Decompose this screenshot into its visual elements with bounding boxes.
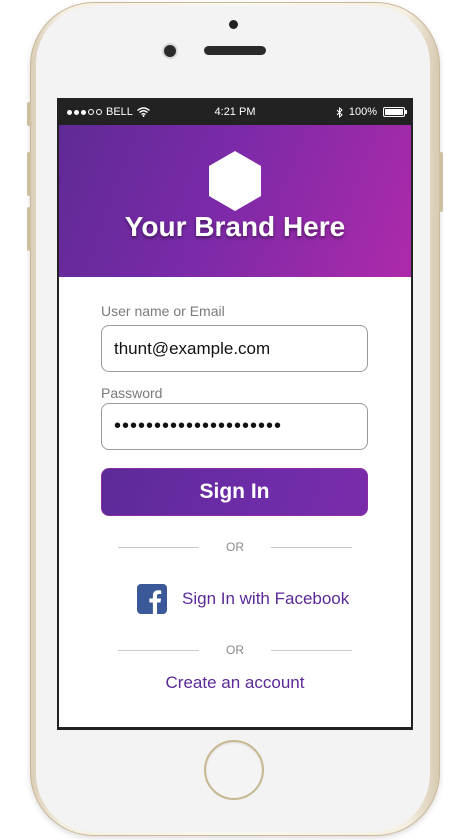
- battery-percent: 100%: [348, 106, 377, 118]
- mute-switch: [27, 102, 31, 126]
- battery-icon: [383, 107, 407, 117]
- username-value: thunt@example.com: [114, 338, 271, 358]
- volume-down-button: [27, 207, 31, 251]
- brand-name: Your Brand Here: [124, 211, 346, 242]
- facebook-sign-in-button[interactable]: Sign In with Facebook: [137, 584, 349, 614]
- password-field[interactable]: •••••••••••••••••••••: [101, 403, 368, 450]
- divider-line: [271, 650, 352, 651]
- hexagon-icon: [209, 151, 261, 211]
- username-field[interactable]: thunt@example.com: [101, 325, 368, 372]
- password-value: •••••••••••••••••••••: [114, 415, 283, 437]
- proximity-sensor: [229, 20, 238, 29]
- status-bar: BELL 4:21 PM 100%: [57, 98, 413, 125]
- facebook-sign-in-label: Sign In with Facebook: [182, 589, 350, 608]
- status-right: 100%: [336, 106, 407, 118]
- power-button: [439, 152, 443, 212]
- front-camera: [164, 45, 176, 57]
- divider-line: [271, 547, 352, 548]
- bluetooth-icon: [336, 106, 343, 118]
- home-button[interactable]: [204, 740, 264, 800]
- login-form: User name or Email thunt@example.com Pas…: [59, 277, 411, 727]
- username-label: User name or Email: [101, 303, 225, 319]
- facebook-icon: [137, 584, 167, 614]
- or-divider: OR: [118, 540, 352, 554]
- brand-header: Your Brand Here: [59, 125, 411, 277]
- volume-up-button: [27, 152, 31, 196]
- screen: BELL 4:21 PM 100% Your Brand Here User n…: [57, 98, 413, 730]
- or-divider: OR: [118, 643, 352, 657]
- create-account-link[interactable]: Create an account: [59, 673, 411, 693]
- earpiece-speaker: [204, 46, 266, 55]
- sign-in-button[interactable]: Sign In: [101, 468, 368, 516]
- password-label: Password: [101, 385, 163, 401]
